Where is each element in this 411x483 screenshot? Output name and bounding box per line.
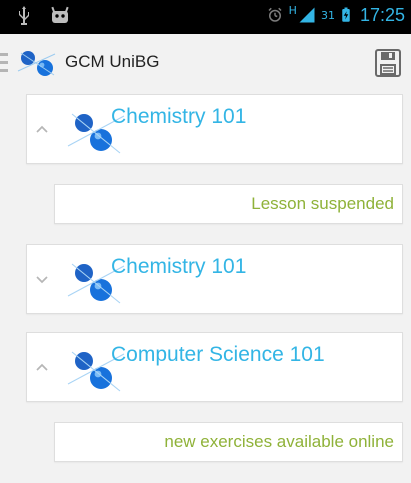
course-title: Computer Science 101	[111, 343, 325, 366]
molecule-logo-icon[interactable]	[12, 50, 58, 78]
chevron-up-icon[interactable]	[35, 124, 49, 134]
note-text: Lesson suspended	[251, 194, 394, 213]
status-left	[12, 4, 72, 28]
status-right: H 31 17:25	[266, 4, 405, 26]
save-button[interactable]	[374, 48, 402, 78]
battery-level: 31	[320, 8, 335, 22]
course-card-computer-science[interactable]: Computer Science 101	[26, 332, 403, 402]
course-title: Chemistry 101	[111, 255, 247, 278]
drawer-indicator-icon[interactable]	[0, 53, 10, 75]
note-text: new exercises available online	[164, 432, 394, 451]
usb-icon	[19, 6, 29, 25]
course-card-chemistry-2[interactable]: Chemistry 101	[26, 244, 403, 314]
course-card-chemistry-1[interactable]: Chemistry 101	[26, 94, 403, 164]
course-note-computer-science: new exercises available online	[54, 422, 403, 462]
chevron-up-icon[interactable]	[35, 362, 49, 372]
status-bar: H 31 17:25	[0, 0, 411, 34]
action-bar: GCM UniBG	[0, 34, 411, 94]
chevron-down-icon[interactable]	[35, 274, 49, 284]
course-note-chemistry-1: Lesson suspended	[54, 184, 403, 224]
alarm-icon	[268, 7, 282, 22]
app-title: GCM UniBG	[65, 52, 160, 71]
battery-icon	[342, 7, 350, 22]
status-time: 17:25	[359, 4, 405, 25]
android-icon	[51, 6, 69, 23]
signal-icon	[299, 7, 315, 23]
signal-type: H	[288, 3, 297, 17]
course-title: Chemistry 101	[111, 105, 247, 128]
